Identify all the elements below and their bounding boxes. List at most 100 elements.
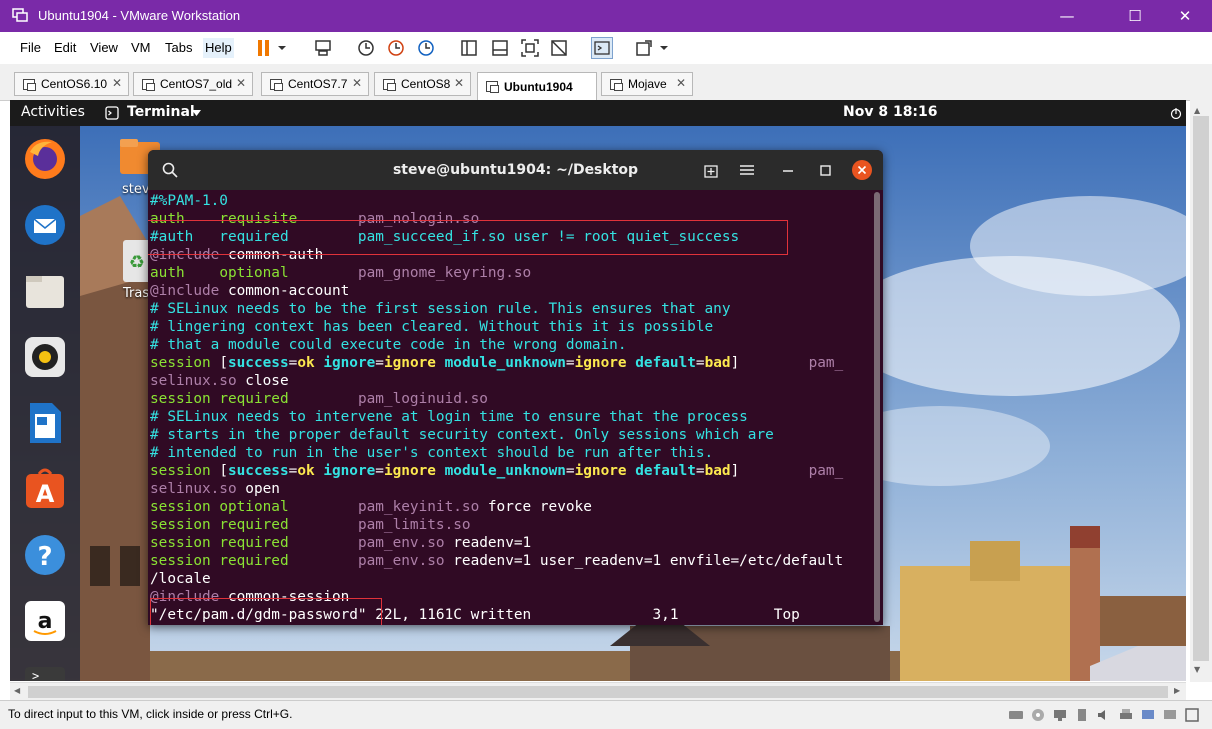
menubar: File Edit View VM Tabs Help	[0, 32, 1212, 65]
chevron-down-icon[interactable]	[658, 38, 670, 58]
svg-text:>: >	[32, 669, 39, 681]
chevron-down-icon[interactable]	[276, 38, 288, 58]
terminal-line: selinux.so close	[150, 372, 870, 390]
terminal-window[interactable]: steve@ubuntu1904: ~/Desktop #%PAM-1.0 aut…	[148, 150, 883, 625]
terminal-text: @include	[150, 283, 220, 299]
terminal-line: # SELinux needs to be the first session …	[150, 300, 870, 318]
tab-centos6-10[interactable]: CentOS6.10 ✕	[14, 72, 129, 96]
software-center-icon[interactable]: A	[22, 466, 68, 512]
terminal-content[interactable]: #%PAM-1.0 auth requisite pam_nologin.so #a…	[150, 192, 870, 624]
hamburger-menu-icon[interactable]	[740, 164, 754, 176]
vertical-scrollbar[interactable]: ▲ ▼	[1190, 100, 1212, 682]
fullscreen-icon[interactable]	[520, 38, 540, 58]
status-text: To direct input to this VM, click inside…	[8, 707, 293, 721]
terminal-text: [	[219, 355, 228, 371]
menu-file[interactable]: File	[20, 40, 41, 55]
tab-ubuntu1904[interactable]: Ubuntu1904	[477, 72, 597, 100]
menu-help[interactable]: Help	[203, 38, 234, 58]
horizontal-scrollbar[interactable]: ◀ ▶	[10, 682, 1186, 701]
clock[interactable]: Nov 8 18:16	[843, 104, 938, 120]
tab-label: CentOS7_old	[160, 77, 233, 91]
terminal-text: required	[219, 553, 358, 569]
terminal-text: =	[695, 355, 705, 371]
close-button[interactable]: ✕	[1162, 0, 1208, 32]
sound-icon[interactable]	[1096, 707, 1112, 723]
stretch-guest-icon[interactable]	[634, 38, 654, 58]
close-icon[interactable]: ✕	[352, 76, 362, 90]
send-ctrl-alt-del-icon[interactable]	[313, 38, 333, 58]
tab-centos8[interactable]: CentOS8 ✕	[374, 72, 471, 96]
menu-view[interactable]: View	[90, 40, 118, 55]
vm-icon	[486, 81, 499, 93]
terminal-icon[interactable]: >	[22, 664, 68, 681]
maximize-icon[interactable]	[820, 165, 831, 176]
usb-icon[interactable]	[1074, 707, 1090, 723]
unity-icon[interactable]	[549, 38, 569, 58]
maximize-button[interactable]: ☐	[1112, 0, 1158, 32]
sidebar-view-icon[interactable]	[459, 38, 479, 58]
dock: A ? a >	[10, 126, 80, 681]
vm-tabs-bar: CentOS6.10 ✕ CentOS7_old ✕ CentOS7.7 ✕ Cent…	[0, 64, 1212, 101]
thunderbird-icon[interactable]	[22, 202, 68, 248]
terminal-text: bad	[704, 355, 731, 371]
terminal-text: readenv=1	[444, 535, 532, 551]
minimize-button[interactable]: —	[1044, 0, 1090, 32]
display-icon[interactable]	[1140, 707, 1156, 723]
snapshot-icon[interactable]	[356, 38, 376, 58]
desktop-icon-label: Tras	[123, 286, 150, 301]
close-icon[interactable]: ✕	[454, 76, 464, 90]
terminal-text: required	[219, 517, 358, 533]
terminal-text: ok	[297, 355, 315, 371]
activities-button[interactable]: Activities	[21, 104, 85, 120]
terminal-text: # starts in the proper default security …	[150, 427, 774, 443]
highlight-box	[148, 220, 788, 255]
tab-centos7-old[interactable]: CentOS7_old ✕	[133, 72, 253, 96]
terminal-text: ignore	[574, 355, 627, 371]
pause-icon[interactable]	[254, 38, 274, 58]
tab-centos7-7[interactable]: CentOS7.7 ✕	[261, 72, 369, 96]
minimize-icon[interactable]	[782, 169, 794, 173]
hard-disk-icon[interactable]	[1008, 707, 1024, 723]
amazon-icon[interactable]: a	[22, 598, 68, 644]
terminal-text: =	[288, 355, 298, 371]
libreoffice-writer-icon[interactable]	[22, 400, 68, 446]
close-icon[interactable]	[852, 160, 872, 180]
chevron-down-icon[interactable]	[192, 110, 201, 116]
terminal-title: steve@ubuntu1904: ~/Desktop	[392, 162, 639, 178]
cd-dvd-icon[interactable]	[1030, 707, 1046, 723]
snapshot-manager-icon[interactable]	[416, 38, 436, 58]
printer-icon[interactable]	[1118, 707, 1134, 723]
close-icon[interactable]: ✕	[676, 76, 686, 90]
close-icon[interactable]: ✕	[112, 76, 122, 90]
menu-tabs[interactable]: Tabs	[165, 40, 192, 55]
terminal-scrollbar[interactable]	[873, 192, 881, 625]
new-tab-icon[interactable]	[704, 163, 719, 178]
app-menu[interactable]: Terminal	[127, 104, 195, 120]
menu-vm[interactable]: VM	[131, 40, 151, 55]
terminal-text: readenv=1 user_readenv=1 envfile=/etc/de…	[444, 553, 844, 569]
terminal-text: /locale	[150, 571, 211, 587]
terminal-text: required	[219, 535, 358, 551]
firefox-icon[interactable]	[22, 136, 68, 182]
terminal-text: session	[150, 517, 220, 533]
power-icon[interactable]	[1170, 107, 1182, 119]
rhythmbox-icon[interactable]	[22, 334, 68, 380]
terminal-text: session	[150, 499, 220, 515]
fullscreen-toggle-icon[interactable]	[1184, 707, 1200, 723]
terminal-text: =	[375, 355, 384, 371]
menu-edit[interactable]: Edit	[54, 40, 76, 55]
tab-mojave[interactable]: Mojave ✕	[601, 72, 693, 96]
close-icon[interactable]: ✕	[236, 76, 246, 90]
messages-icon[interactable]	[1162, 707, 1178, 723]
help-icon[interactable]: ?	[22, 532, 68, 578]
gnome-top-bar: Activities Terminal Nov 8 18:16	[10, 100, 1186, 126]
thumbnail-view-icon[interactable]	[490, 38, 510, 58]
network-icon[interactable]	[1052, 707, 1068, 723]
vm-display[interactable]: Activities Terminal Nov 8 18:16 A ? a > …	[10, 100, 1186, 681]
revert-snapshot-icon[interactable]	[386, 38, 406, 58]
files-icon[interactable]	[22, 268, 68, 314]
terminal-text: session	[150, 355, 220, 371]
terminal-text: ]	[730, 463, 809, 479]
console-view-icon[interactable]	[591, 37, 613, 59]
